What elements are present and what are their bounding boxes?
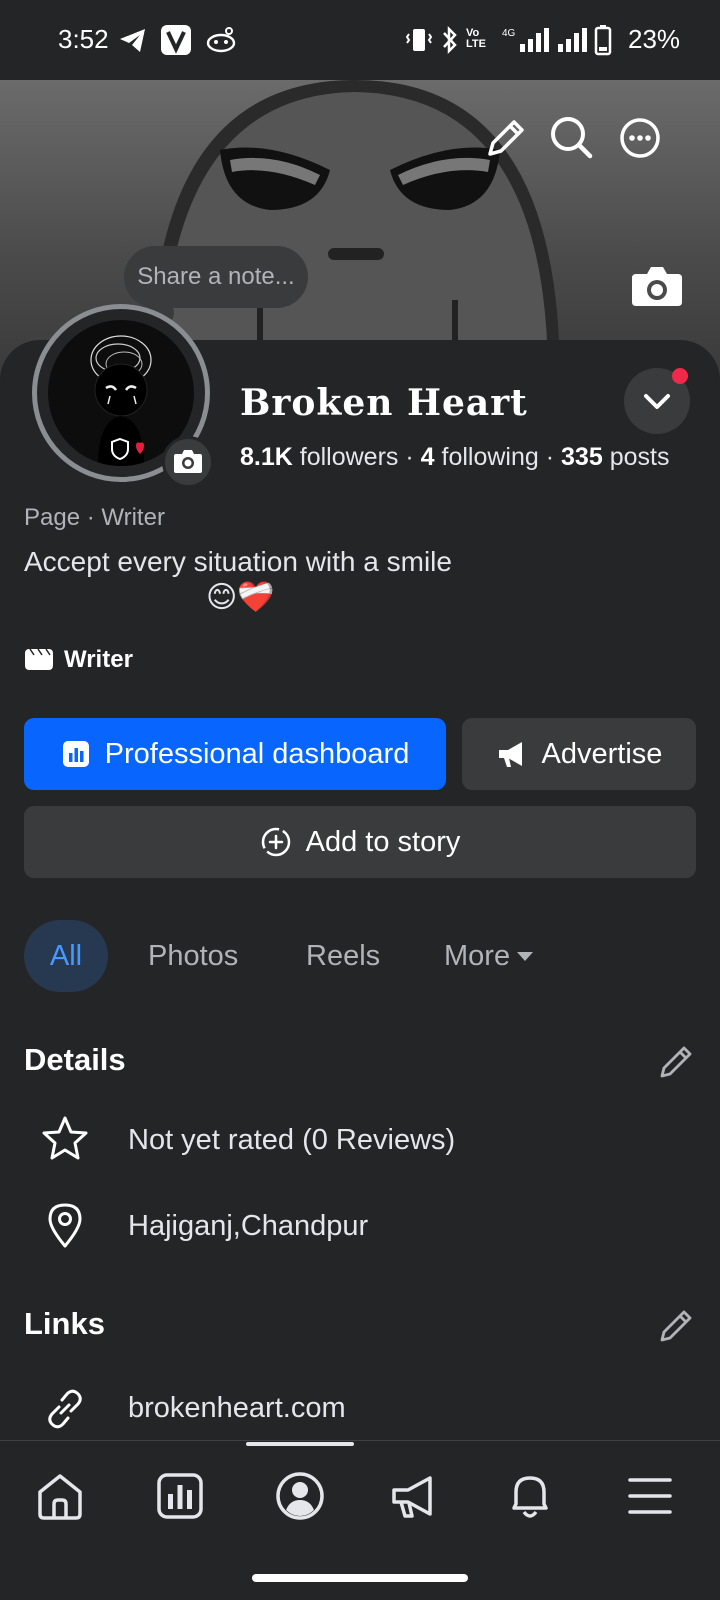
- rating-text[interactable]: Not yet rated (0 Reviews): [128, 1124, 455, 1157]
- caret-down-icon: [517, 952, 534, 961]
- advertise-button[interactable]: Advertise: [462, 718, 696, 790]
- add-story-icon: [261, 827, 290, 857]
- details-title: Details: [24, 1042, 126, 1077]
- category-label: Writer: [64, 646, 133, 673]
- edit-links-icon[interactable]: [656, 1306, 696, 1346]
- signal-icon: [558, 28, 587, 52]
- page-category: Page · Writer: [24, 504, 165, 531]
- tab-reels[interactable]: Reels: [306, 920, 380, 992]
- dashboard-icon: [62, 741, 89, 767]
- notification-dot: [672, 368, 688, 384]
- link-icon: [48, 1389, 82, 1429]
- location-pin-icon: [48, 1203, 82, 1248]
- posts-count: 335: [561, 443, 603, 471]
- add-to-story-label: Add to story: [305, 825, 461, 858]
- tab-all[interactable]: All: [24, 920, 108, 992]
- star-icon: [42, 1116, 88, 1160]
- avatar-camera-button[interactable]: [162, 436, 214, 488]
- gesture-handle[interactable]: [252, 1574, 468, 1582]
- megaphone-icon[interactable]: [386, 1468, 442, 1524]
- battery-percentage: 23%: [628, 24, 681, 54]
- following-label: following: [441, 443, 539, 471]
- clapperboard-icon: [25, 648, 53, 670]
- reddit-icon: [206, 27, 236, 53]
- add-to-story-button[interactable]: Add to story: [24, 806, 696, 878]
- battery-icon: [594, 25, 612, 56]
- profile-icon[interactable]: [272, 1468, 328, 1524]
- telegram-icon: [120, 29, 145, 52]
- signal-4g-icon: 4G: [502, 28, 549, 52]
- menu-icon[interactable]: [622, 1468, 678, 1524]
- stats-separator: ·: [545, 443, 555, 471]
- vibrate-icon: [405, 29, 433, 51]
- bio-text: Accept every situation with a smile: [24, 546, 452, 577]
- svg-text:4G: 4G: [502, 28, 516, 39]
- more-options-icon[interactable]: [610, 108, 670, 168]
- followers-count: 8.1K: [240, 443, 293, 471]
- bell-icon[interactable]: [502, 1468, 558, 1524]
- vpn-app-icon: [161, 25, 191, 55]
- tab-photos[interactable]: Photos: [148, 920, 238, 992]
- megaphone-icon: [498, 742, 522, 767]
- bio-emoji: 😊❤️‍🩹: [206, 581, 275, 614]
- professional-dashboard-label: Professional dashboard: [104, 737, 410, 770]
- followers-label: followers: [299, 443, 399, 471]
- tab-more-label: More: [444, 940, 511, 972]
- profile-name: Broken Heart: [240, 382, 528, 424]
- website-link[interactable]: brokenheart.com: [128, 1392, 346, 1425]
- active-tab-indicator: [246, 1442, 354, 1446]
- location-text[interactable]: Hajiganj,Chandpur: [128, 1210, 368, 1243]
- bluetooth-icon: [443, 25, 457, 55]
- tab-more[interactable]: More: [444, 920, 534, 992]
- status-time: 3:52: [58, 24, 109, 54]
- professional-dashboard-button[interactable]: Professional dashboard: [24, 718, 446, 790]
- edit-icon[interactable]: [476, 108, 536, 168]
- share-note-bubble[interactable]: Share a note...: [124, 246, 308, 308]
- home-icon[interactable]: [32, 1468, 88, 1524]
- verified-badge-icon: [111, 437, 144, 461]
- advertise-label: Advertise: [541, 737, 663, 770]
- cover-camera-icon[interactable]: [628, 262, 686, 312]
- following-count: 4: [420, 443, 435, 471]
- dashboard-icon[interactable]: [152, 1468, 208, 1524]
- camera-icon: [174, 450, 202, 473]
- profile-stats[interactable]: 8.1K followers · 4 following · 335 posts: [240, 443, 669, 472]
- posts-label: posts: [609, 443, 670, 471]
- stats-separator: ·: [405, 443, 414, 471]
- volte-icon: Vo LTE: [466, 27, 486, 50]
- links-title: Links: [24, 1306, 105, 1341]
- edit-details-icon[interactable]: [656, 1042, 696, 1082]
- search-icon[interactable]: [542, 108, 602, 168]
